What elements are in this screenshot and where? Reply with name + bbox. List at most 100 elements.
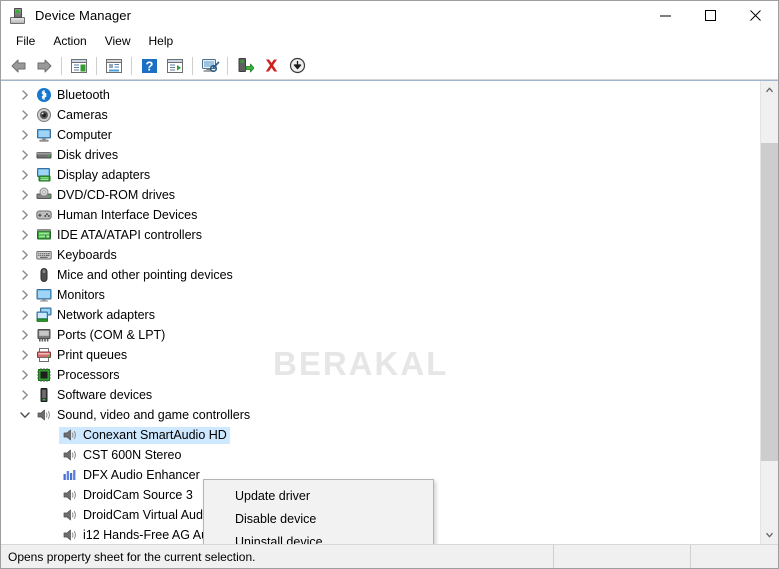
port-icon [36,327,52,343]
menu-bar: File Action View Help [1,30,778,52]
chevron-right-icon[interactable] [17,125,33,145]
chevron-right-icon[interactable] [17,205,33,225]
tree-item-label: Processors [57,367,120,382]
scrollbar-thumb[interactable] [761,143,778,461]
vertical-scrollbar[interactable] [760,81,778,544]
properties-icon[interactable] [102,54,126,77]
toolbar-separator [61,56,62,75]
view-icon[interactable] [163,54,187,77]
tree-item-label: Software devices [57,387,153,402]
tree-twisty-placeholder [43,425,59,445]
tree-item-label: Network adapters [57,307,155,322]
speaker-icon [62,487,78,503]
tree-item-content: DFX Audio Enhancer [59,467,203,484]
context-menu: Update driver Disable device Uninstall d… [203,479,434,544]
tree-item-keyboards[interactable]: Keyboards [1,245,760,265]
tree-item-label: Monitors [57,287,105,302]
svg-text:?: ? [145,58,153,73]
tree-item-print-queues[interactable]: Print queues [1,345,760,365]
title-bar: Device Manager [1,1,778,30]
tree-item-content: IDE ATA/ATAPI controllers [33,227,205,244]
tree-item-label: CST 600N Stereo [83,447,182,462]
back-icon[interactable] [6,54,30,77]
context-menu-item-disable-device[interactable]: Disable device [204,507,433,530]
chevron-right-icon[interactable] [17,345,33,365]
close-button[interactable] [733,1,778,30]
device-tree[interactable]: Bluetooth Cameras Computer Disk drives Displ… [1,81,760,544]
ide-controller-icon [36,227,52,243]
chevron-right-icon[interactable] [17,325,33,345]
tree-item-bluetooth[interactable]: Bluetooth [1,85,760,105]
tree-item-label: Ports (COM & LPT) [57,327,166,342]
chevron-right-icon[interactable] [17,385,33,405]
chevron-right-icon[interactable] [17,185,33,205]
chevron-right-icon[interactable] [17,245,33,265]
tree-item-dvd-cd-rom-drives[interactable]: DVD/CD-ROM drives [1,185,760,205]
tree-twisty-placeholder [43,445,59,465]
menu-help[interactable]: Help [140,31,183,51]
minimize-button[interactable] [643,1,688,30]
tree-item-content: Bluetooth [33,87,113,104]
chevron-right-icon[interactable] [17,145,33,165]
computer-icon [36,127,52,143]
disable-device-icon[interactable] [285,54,309,77]
scroll-up-icon[interactable] [761,81,778,98]
scan-for-hardware-changes-icon[interactable] [198,54,222,77]
tree-item-cameras[interactable]: Cameras [1,105,760,125]
context-menu-item-uninstall-device[interactable]: Uninstall device [204,530,433,545]
tree-item-network-adapters[interactable]: Network adapters [1,305,760,325]
tree-item-content: Monitors [33,287,108,304]
menu-action[interactable]: Action [44,31,95,51]
tree-item-conexant-smartaudio-hd[interactable]: Conexant SmartAudio HD [1,425,760,445]
tree-item-label: DVD/CD-ROM drives [57,187,176,202]
tree-item-display-adapters[interactable]: Display adapters [1,165,760,185]
device-manager-window: Device Manager File Action View Help ? B… [0,0,779,569]
tree-item-content: Human Interface Devices [33,207,200,224]
chevron-right-icon[interactable] [17,225,33,245]
update-driver-icon[interactable] [233,54,257,77]
menu-view[interactable]: View [96,31,140,51]
tree-item-label: IDE ATA/ATAPI controllers [57,227,202,242]
printer-icon [36,347,52,363]
tree-item-label: Bluetooth [57,87,110,102]
tree-item-ports-com-lpt[interactable]: Ports (COM & LPT) [1,325,760,345]
chevron-right-icon[interactable] [17,85,33,105]
chevron-right-icon[interactable] [17,105,33,125]
tree-item-label: Computer [57,127,112,142]
bluetooth-icon [36,87,52,103]
scroll-down-icon[interactable] [761,527,778,544]
chevron-right-icon[interactable] [17,305,33,325]
tree-item-monitors[interactable]: Monitors [1,285,760,305]
tree-item-sound-video-and-game-controllers[interactable]: Sound, video and game controllers [1,405,760,425]
status-panel-3 [691,545,778,568]
tree-item-content: Processors [33,367,123,384]
help-icon[interactable]: ? [137,54,161,77]
tree-item-computer[interactable]: Computer [1,125,760,145]
chevron-right-icon[interactable] [17,365,33,385]
maximize-button[interactable] [688,1,733,30]
tree-item-mice-and-other-pointing-devices[interactable]: Mice and other pointing devices [1,265,760,285]
tree-item-content: Software devices [33,387,155,404]
toolbar-separator [227,56,228,75]
tree-item-software-devices[interactable]: Software devices [1,385,760,405]
tree-item-disk-drives[interactable]: Disk drives [1,145,760,165]
tree-item-human-interface-devices[interactable]: Human Interface Devices [1,205,760,225]
context-menu-item-update-driver[interactable]: Update driver [204,484,433,507]
tree-item-ide-ata-atapi-controllers[interactable]: IDE ATA/ATAPI controllers [1,225,760,245]
chevron-right-icon[interactable] [17,165,33,185]
chevron-right-icon[interactable] [17,285,33,305]
show-hide-console-tree-icon[interactable] [67,54,91,77]
tree-item-content: Computer [33,127,115,144]
forward-icon[interactable] [32,54,56,77]
uninstall-device-icon[interactable] [259,54,283,77]
menu-file[interactable]: File [7,31,44,51]
tree-item-content: DVD/CD-ROM drives [33,187,178,204]
tree-item-processors[interactable]: Processors [1,365,760,385]
chevron-right-icon[interactable] [17,265,33,285]
display-adapter-icon [36,167,52,183]
tree-item-label: Cameras [57,107,108,122]
tree-item-label: Print queues [57,347,128,362]
speaker-icon [36,407,52,423]
tree-item-cst-600n-stereo[interactable]: CST 600N Stereo [1,445,760,465]
chevron-down-icon[interactable] [17,405,33,425]
